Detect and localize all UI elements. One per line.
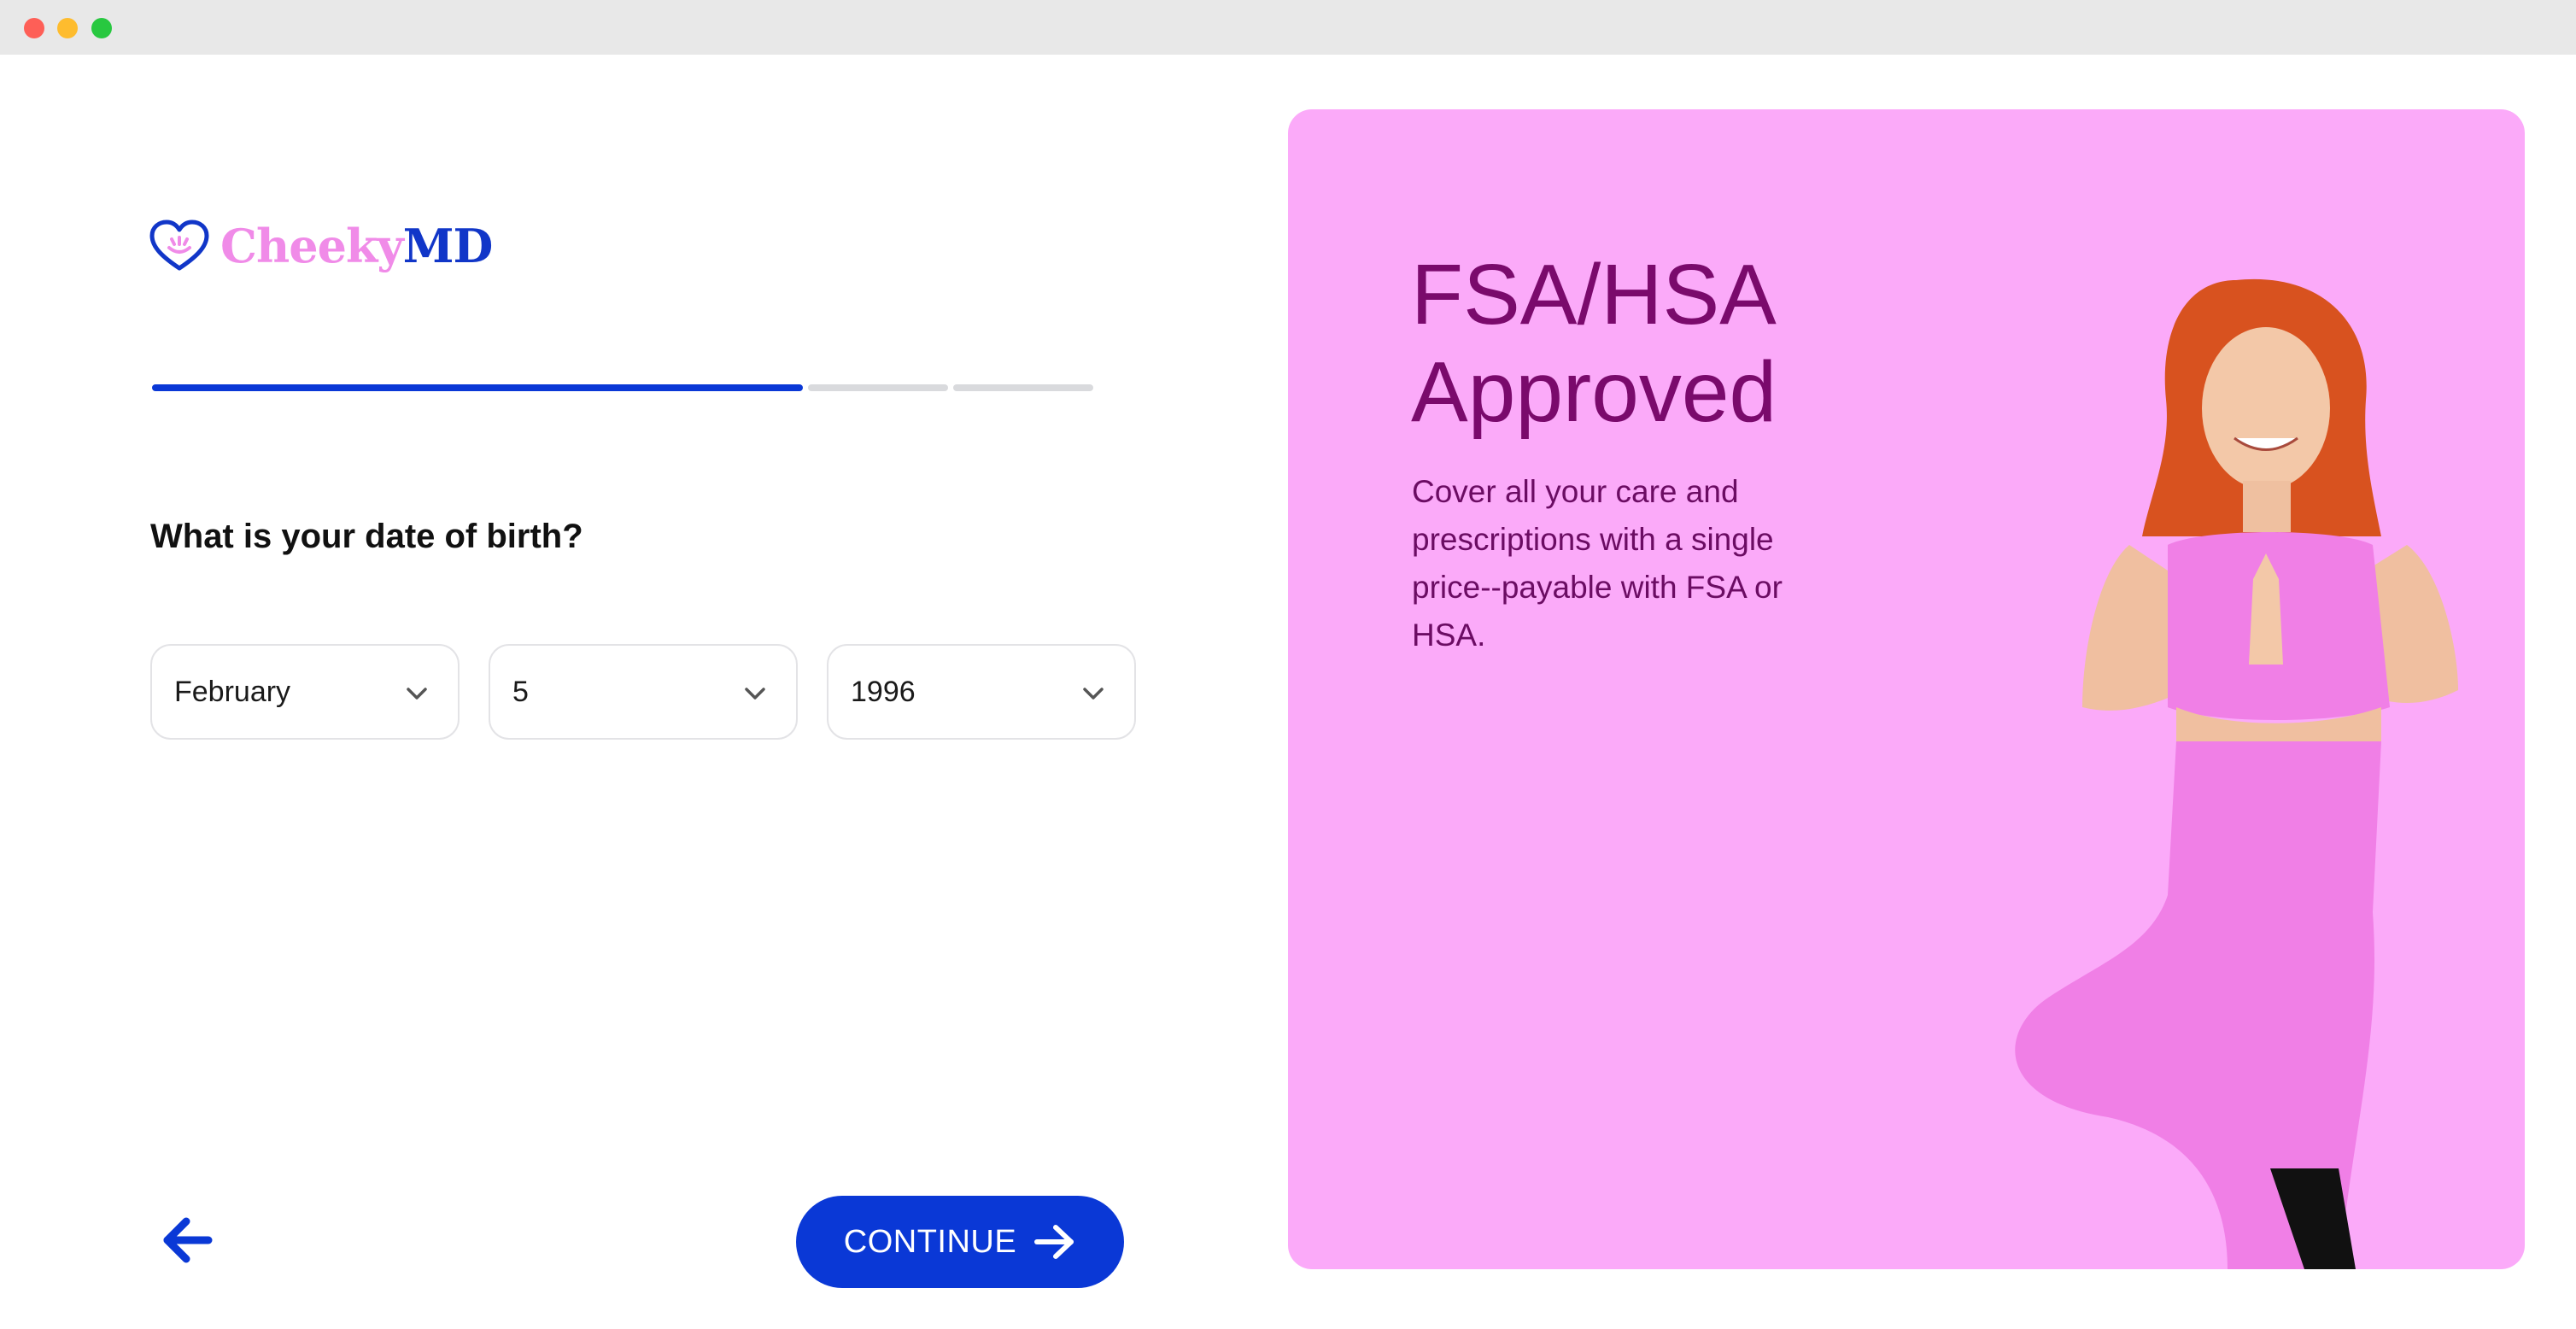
chevron-down-icon	[745, 688, 765, 700]
year-select-value: 1996	[851, 675, 916, 708]
brand-logo[interactable]: CheekyMD	[149, 212, 494, 280]
progress-segment-pending	[808, 384, 948, 391]
model-photo	[2015, 278, 2458, 1269]
back-arrow-icon[interactable]	[161, 1216, 215, 1264]
maximize-window-button[interactable]	[91, 18, 112, 38]
progress-segment-pending	[953, 384, 1093, 391]
brand-name: CheekyMD	[220, 219, 494, 273]
brand-name-md: MD	[402, 219, 494, 273]
window-titlebar	[0, 0, 2576, 55]
progress-segment-complete	[152, 384, 803, 391]
continue-button[interactable]: CONTINUE	[796, 1196, 1124, 1288]
promo-panel: FSA/HSA Approved Cover all your care and…	[1288, 109, 2525, 1269]
minimize-window-button[interactable]	[57, 18, 78, 38]
chevron-down-icon	[1083, 688, 1104, 700]
day-select[interactable]: 5	[489, 644, 798, 740]
year-select[interactable]: 1996	[827, 644, 1136, 740]
close-window-button[interactable]	[24, 18, 44, 38]
chevron-down-icon	[407, 688, 427, 700]
heart-logo-icon	[149, 220, 209, 271]
promo-description: Cover all your care and prescriptions wi…	[1412, 474, 1783, 653]
day-select-value: 5	[512, 675, 529, 708]
question-label: What is your date of birth?	[150, 518, 583, 555]
month-select-value: February	[174, 675, 291, 708]
month-select[interactable]: February	[150, 644, 460, 740]
continue-button-label: CONTINUE	[843, 1223, 1017, 1260]
arrow-right-icon	[1034, 1225, 1074, 1259]
brand-name-cheeky: Cheeky	[220, 219, 404, 273]
